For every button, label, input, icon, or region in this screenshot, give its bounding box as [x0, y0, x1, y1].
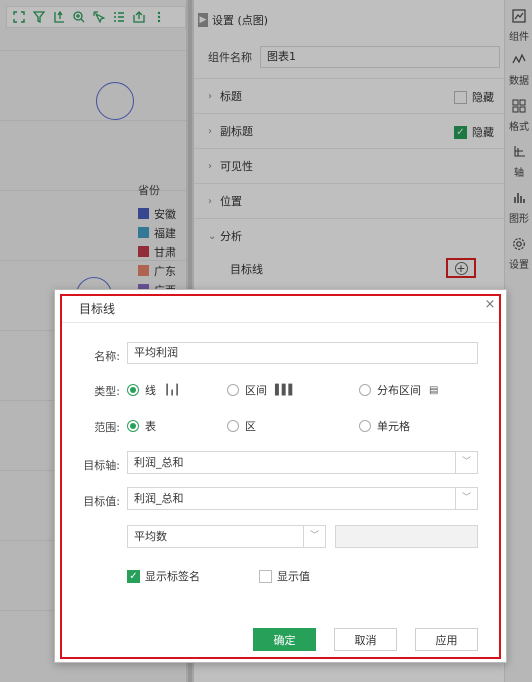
- dialog-divider: [62, 322, 499, 323]
- select-value: 利润_总和: [134, 456, 184, 469]
- chevron-down-icon[interactable]: ﹀: [455, 452, 477, 473]
- option-label: 区间: [245, 384, 267, 397]
- select-value: 平均数: [134, 530, 167, 543]
- option-label: 单元格: [377, 420, 410, 433]
- radio-icon[interactable]: [227, 420, 239, 432]
- show-label-checkbox[interactable]: ✓ 显示标签名: [127, 568, 200, 584]
- radio-icon[interactable]: [359, 420, 371, 432]
- checkbox-label: 显示标签名: [145, 570, 200, 583]
- cancel-button[interactable]: 取消: [334, 628, 397, 651]
- checkbox-box[interactable]: [259, 569, 272, 583]
- confirm-button[interactable]: 确定: [253, 628, 316, 651]
- chevron-down-icon[interactable]: ﹀: [455, 488, 477, 509]
- type-label: 类型:: [94, 385, 120, 398]
- target-value-label: 目标值:: [83, 495, 120, 508]
- name-label: 名称:: [94, 350, 120, 363]
- range-label: 范围:: [94, 421, 120, 434]
- range-option-cell[interactable]: 单元格: [359, 418, 410, 434]
- aggregation-select[interactable]: 平均数 ﹀: [127, 525, 326, 548]
- aggregation-value-input: [335, 525, 478, 548]
- radio-icon[interactable]: [227, 384, 239, 396]
- check-icon[interactable]: ✓: [127, 569, 140, 583]
- apply-button[interactable]: 应用: [415, 628, 478, 651]
- bar-band-icon: ▌▌▌: [275, 384, 296, 396]
- close-icon[interactable]: ×: [483, 298, 497, 312]
- show-value-checkbox[interactable]: 显示值: [259, 568, 310, 584]
- select-value: 利润_总和: [134, 492, 184, 505]
- option-label: 分布区间: [377, 384, 421, 397]
- option-label: 区: [245, 420, 256, 433]
- bar-line-icon: ┃╻┃: [164, 384, 180, 396]
- target-value-select[interactable]: 利润_总和 ﹀: [127, 487, 478, 510]
- distribution-icon: ▤: [429, 384, 439, 396]
- chevron-down-icon[interactable]: ﹀: [303, 526, 325, 547]
- dialog-title: 目标线: [79, 302, 116, 316]
- radio-icon[interactable]: [359, 384, 371, 396]
- checkbox-label: 显示值: [277, 570, 310, 583]
- type-option-band[interactable]: 区间 ▌▌▌: [227, 382, 296, 398]
- type-option-line[interactable]: 线 ┃╻┃: [127, 382, 180, 398]
- type-option-distribution[interactable]: 分布区间 ▤: [359, 382, 439, 398]
- option-label: 线: [145, 384, 156, 397]
- option-label: 表: [145, 420, 156, 433]
- target-axis-label: 目标轴:: [83, 459, 120, 472]
- range-option-table[interactable]: 表: [127, 418, 156, 434]
- name-input[interactable]: 平均利润: [127, 342, 478, 364]
- range-option-pane[interactable]: 区: [227, 418, 256, 434]
- radio-icon[interactable]: [127, 384, 139, 396]
- target-line-dialog: 目标线 × 名称: 平均利润 类型: 线 ┃╻┃ 区间 ▌▌▌ 分布区间 ▤ 范…: [54, 289, 507, 663]
- radio-icon[interactable]: [127, 420, 139, 432]
- target-axis-select[interactable]: 利润_总和 ﹀: [127, 451, 478, 474]
